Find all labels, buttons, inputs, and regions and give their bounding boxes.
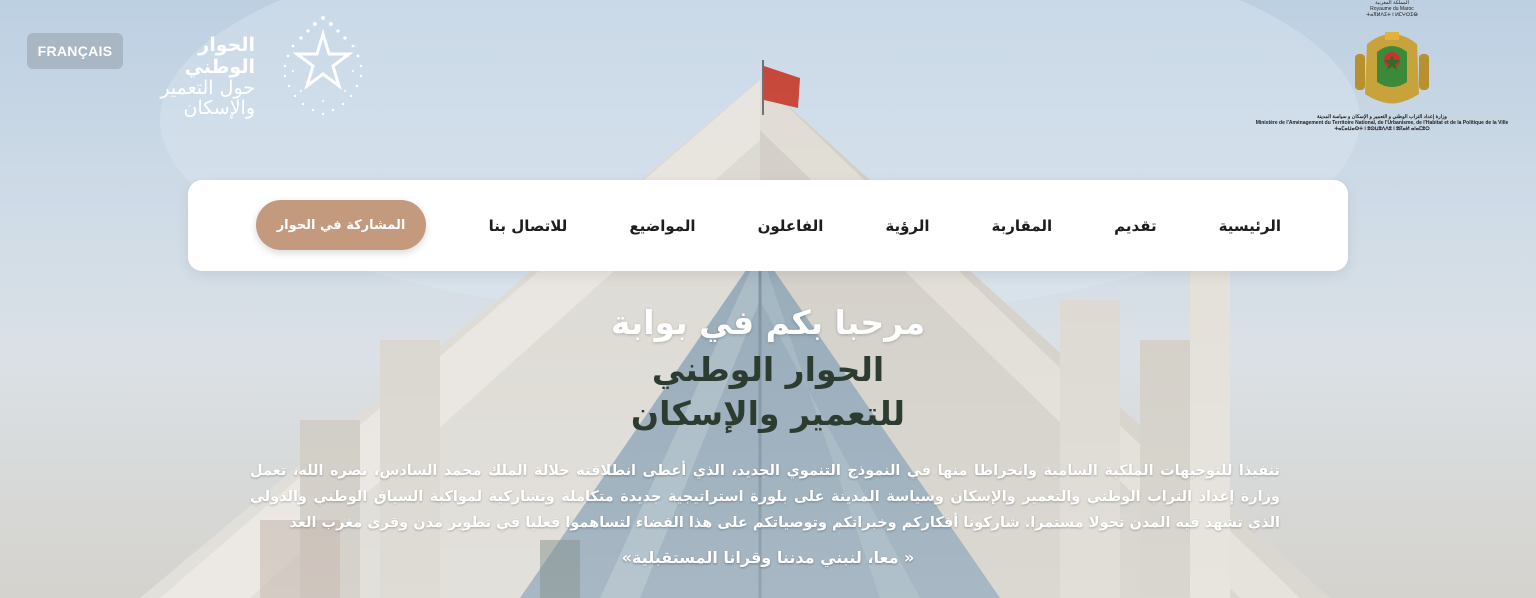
nav-item-topics[interactable]: المواضيع bbox=[598, 217, 726, 235]
hero-paragraph: تنفيذا للتوجيهات الملكية السامية وانخراط… bbox=[250, 463, 1280, 531]
nav-item-intro[interactable]: تقديم bbox=[1083, 217, 1188, 235]
nav-item-approach[interactable]: المقاربة bbox=[961, 217, 1084, 235]
ministry-name: وزارة إعداد التراب الوطني و التعمير و ال… bbox=[1252, 114, 1512, 132]
kingdom-label-tf: ⵜⴰⴳⵍⴷⵉⵜ ⵏ ⵍⵎⵖⵔⵉⴱ bbox=[1366, 12, 1418, 18]
nav-item-contact[interactable]: للاتصال بنا bbox=[458, 217, 599, 235]
brand-line-1: الحوار الوطني bbox=[184, 34, 255, 78]
dialogue-logo[interactable]: الحوار الوطني حول التعمير والإسكان bbox=[135, 6, 385, 126]
language-switch-button[interactable]: FRANÇAIS bbox=[27, 33, 123, 69]
hero-welcome: مرحبا بكم في بوابة bbox=[610, 303, 926, 342]
ministry-logo: المملكة المغربية Royaume du Maroc ⵜⴰⴳⵍⴷⵉ… bbox=[1256, 0, 1509, 150]
participate-button[interactable]: المشاركة في الحوار bbox=[256, 200, 426, 250]
hero-slogan: « معا، لنبني مدننا وقرانا المستقبلية» bbox=[621, 548, 915, 567]
brand-line-2: حول التعمير bbox=[160, 77, 255, 99]
nav-menu: الرئيسية تقديم المقاربة الرؤية الفاعلون … bbox=[458, 180, 1312, 271]
ministry-name-tf: ⵜⴰⵎⴰⵡⴰⵙⵜ ⵏ ⵓⵙⵡⵓⴷⴷⵓ ⵏ ⵓⴽⴰⵍ ⴰⵏⴰⵎⵓⵔ bbox=[1334, 126, 1430, 132]
nav-item-home[interactable]: الرئيسية bbox=[1188, 217, 1312, 235]
nav-item-actors[interactable]: الفاعلون bbox=[727, 217, 855, 235]
star-pixel-icon bbox=[283, 16, 363, 116]
hero-title-line-2: الحوار الوطني bbox=[651, 350, 885, 389]
hero-title-line-3: للتعمير والإسكان bbox=[630, 394, 906, 433]
nav-item-vision[interactable]: الرؤية bbox=[854, 217, 960, 235]
dialogue-logo-text: الحوار الوطني حول التعمير والإسكان bbox=[135, 34, 255, 118]
coat-of-arms-icon bbox=[1355, 32, 1429, 104]
brand-line-3: والإسكان bbox=[183, 97, 255, 119]
main-navbar: الرئيسية تقديم المقاربة الرؤية الفاعلون … bbox=[188, 180, 1348, 271]
